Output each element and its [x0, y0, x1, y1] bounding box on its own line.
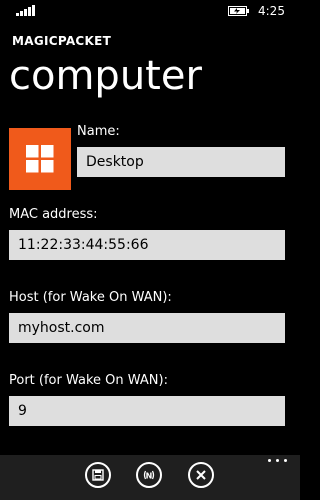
app-bar: N [0, 455, 300, 500]
mac-address-label: MAC address: [9, 207, 98, 222]
name-label: Name: [77, 124, 120, 139]
windows-logo-icon [26, 145, 54, 173]
host-field[interactable]: myhost.com [9, 313, 285, 343]
save-icon [92, 469, 104, 481]
status-bar: 4:25 [0, 0, 300, 24]
app-name: MAGICPACKET [12, 34, 112, 48]
close-button[interactable] [188, 462, 214, 488]
wake-button[interactable]: N [136, 462, 162, 488]
wake-signal-icon: N [143, 470, 155, 481]
save-button[interactable] [85, 462, 111, 488]
page-title: computer [9, 53, 202, 99]
port-label: Port (for Wake On WAN): [9, 373, 168, 388]
port-field[interactable]: 9 [9, 396, 285, 426]
name-field[interactable]: Desktop [77, 147, 285, 177]
computer-tile[interactable] [9, 128, 71, 190]
status-clock: 4:25 [258, 4, 285, 18]
host-label: Host (for Wake On WAN): [9, 290, 172, 305]
battery-icon [228, 6, 249, 16]
mac-address-field[interactable]: 11:22:33:44:55:66 [9, 230, 285, 260]
svg-text:N: N [146, 472, 153, 481]
close-icon [196, 470, 206, 480]
signal-strength-icon [16, 5, 35, 16]
ellipsis-icon[interactable] [268, 459, 288, 465]
